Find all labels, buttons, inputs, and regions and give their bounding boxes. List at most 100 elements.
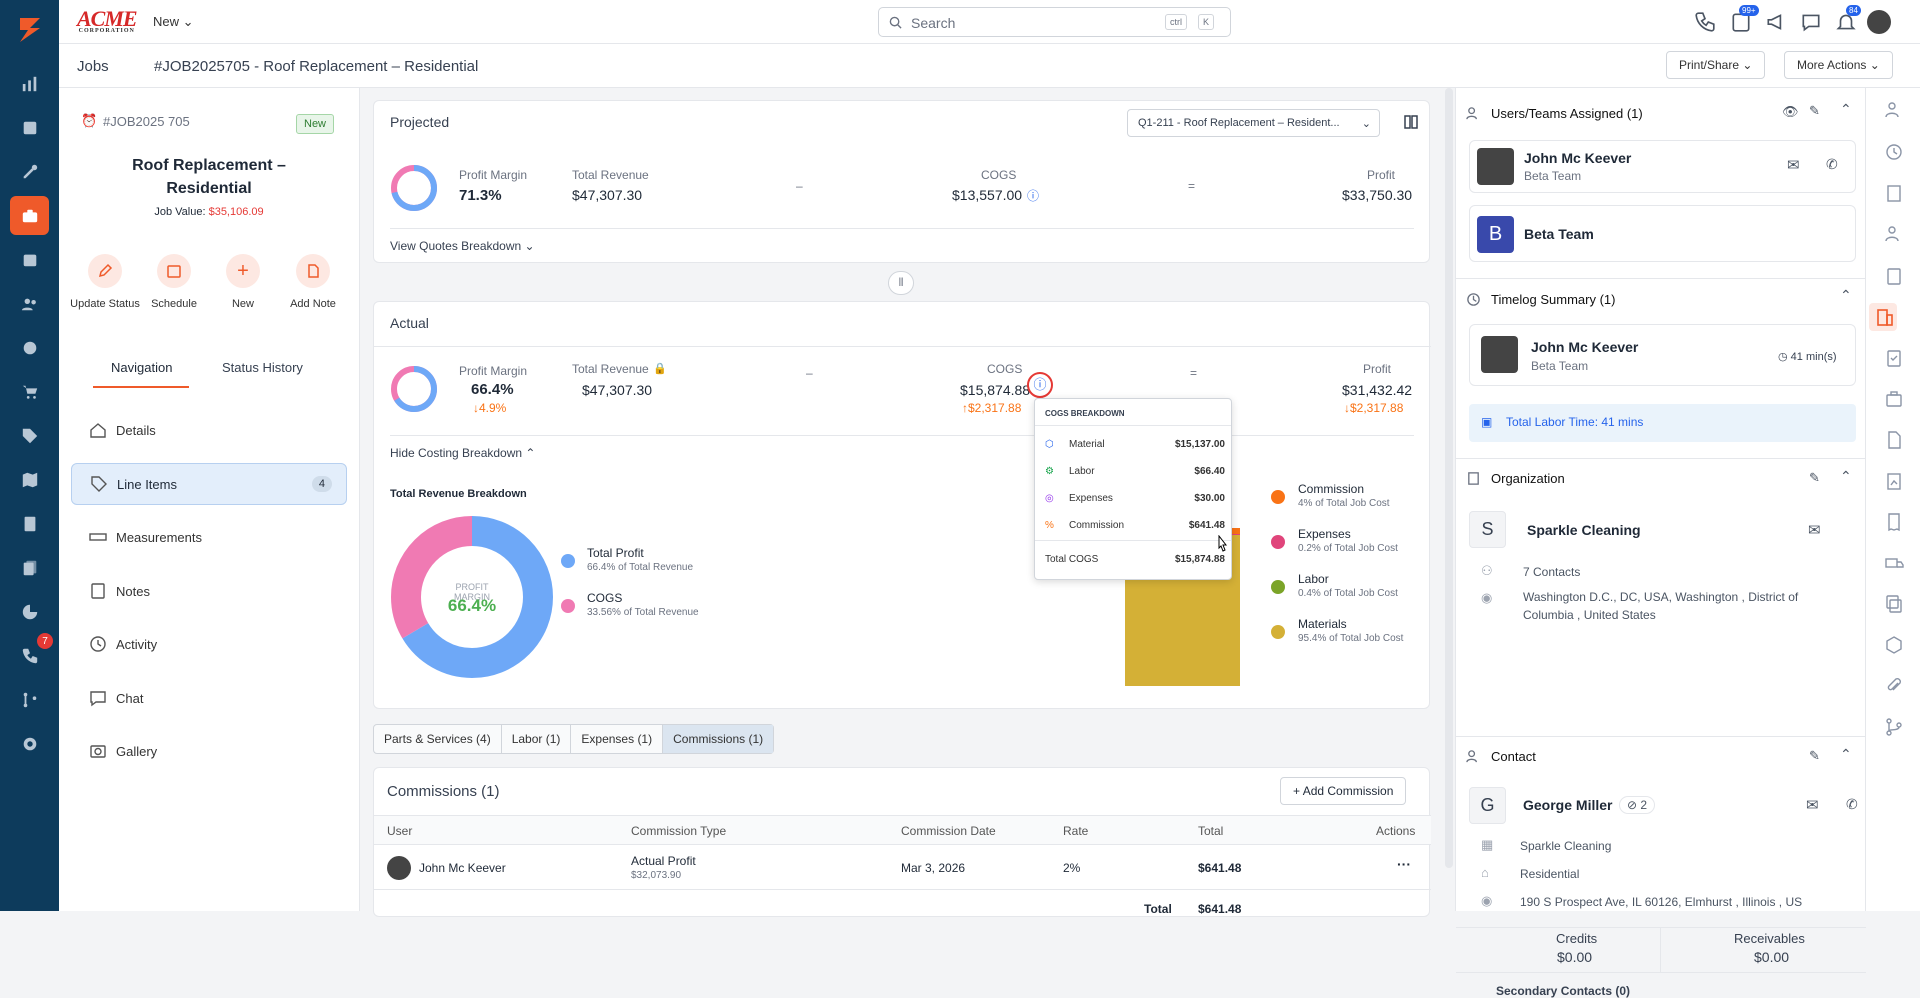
- add-commission-button[interactable]: + Add Commission: [1280, 777, 1407, 805]
- customers-icon[interactable]: [16, 290, 43, 317]
- organization-name[interactable]: Sparkle Cleaning: [1527, 522, 1641, 538]
- organization-contacts[interactable]: 7 Contacts: [1523, 565, 1580, 579]
- row-more-button[interactable]: ···: [1397, 856, 1411, 872]
- mail-icon[interactable]: ✉: [1806, 796, 1819, 814]
- columns-toggle-icon[interactable]: [1404, 115, 1418, 129]
- info-icon[interactable]: ⓘ: [1027, 187, 1039, 204]
- nav-chat[interactable]: Chat: [71, 677, 347, 719]
- brand-logo[interactable]: ACME CORPORATION: [77, 6, 138, 34]
- tab-commissions[interactable]: Commissions (1): [663, 725, 774, 753]
- checklist-icon[interactable]: [1884, 348, 1904, 368]
- assigned-users-icon[interactable]: [1884, 100, 1904, 120]
- attachment-icon[interactable]: [1884, 676, 1904, 696]
- status-badge[interactable]: New: [296, 114, 335, 134]
- reports-icon[interactable]: [16, 598, 43, 625]
- map-icon[interactable]: [16, 466, 43, 493]
- documents-icon[interactable]: [16, 554, 43, 581]
- equals-sign: =: [1190, 366, 1198, 380]
- invoice-icon[interactable]: [16, 510, 43, 537]
- edit-icon[interactable]: ✎: [1809, 103, 1820, 119]
- nav-label: Activity: [116, 636, 158, 652]
- assigned-user-team: Beta Team: [1524, 169, 1582, 183]
- tab-labor[interactable]: Labor (1): [502, 725, 572, 753]
- eye-icon[interactable]: 👁: [1782, 104, 1799, 120]
- tab-navigation[interactable]: Navigation: [111, 360, 172, 375]
- chevron-up-icon[interactable]: ⌃: [1840, 468, 1852, 485]
- organization-icon[interactable]: [1884, 183, 1904, 203]
- jobs-icon[interactable]: [10, 196, 49, 235]
- workflow-icon[interactable]: [1884, 717, 1904, 737]
- phone-icon[interactable]: ✆: [1826, 156, 1838, 173]
- dashboard-icon[interactable]: [16, 70, 43, 97]
- new-dropdown[interactable]: New ⌄: [153, 14, 194, 30]
- search-input[interactable]: Search ctrl K: [878, 7, 1231, 37]
- estimates-icon[interactable]: [16, 114, 43, 141]
- phone-icon[interactable]: ✆: [1846, 796, 1858, 813]
- schedule-button[interactable]: [157, 254, 191, 288]
- tab-expenses[interactable]: Expenses (1): [571, 725, 664, 753]
- view-quotes-breakdown-link[interactable]: View Quotes Breakdown ⌄: [390, 239, 535, 253]
- breadcrumb-jobs-link[interactable]: Jobs: [77, 58, 109, 75]
- nav-line-items[interactable]: Line Items 4: [71, 463, 347, 505]
- briefcase-icon[interactable]: [1884, 389, 1904, 409]
- contact-icon[interactable]: [1884, 224, 1904, 244]
- settings-icon[interactable]: [16, 730, 43, 757]
- shortcut-ctrl: ctrl: [1165, 14, 1187, 30]
- tag-icon[interactable]: [16, 422, 43, 449]
- chat-icon[interactable]: [1800, 11, 1822, 33]
- assigned-section-header[interactable]: Users/Teams Assigned (1): [1466, 93, 1866, 133]
- new-button[interactable]: +: [226, 254, 260, 288]
- organization-section-header[interactable]: Organization: [1466, 458, 1866, 498]
- edit-icon[interactable]: ✎: [1809, 470, 1820, 486]
- nav-activity[interactable]: Activity: [71, 623, 347, 665]
- hide-costing-breakdown-link[interactable]: Hide Costing Breakdown ⌃: [390, 446, 535, 460]
- secondary-contacts-title[interactable]: Secondary Contacts (0): [1496, 984, 1630, 998]
- edit-icon[interactable]: ✎: [1809, 748, 1820, 764]
- receipt-icon[interactable]: [1884, 512, 1904, 532]
- tab-status-history[interactable]: Status History: [222, 360, 303, 375]
- call-icon[interactable]: [1694, 11, 1716, 33]
- document-icon[interactable]: [1884, 430, 1904, 450]
- contact-name[interactable]: George Miller: [1523, 797, 1612, 813]
- compare-toggle-button[interactable]: ⫴: [888, 271, 914, 295]
- nav-gallery[interactable]: Gallery: [71, 730, 347, 772]
- timesheet-icon[interactable]: [16, 334, 43, 361]
- copy-icon[interactable]: [1884, 594, 1904, 614]
- timelog-icon[interactable]: [1884, 142, 1904, 162]
- nav-notes[interactable]: Notes: [71, 570, 347, 612]
- contact-section-header[interactable]: Contact: [1466, 736, 1866, 776]
- update-status-button[interactable]: [88, 254, 122, 288]
- announcements-icon[interactable]: [1765, 11, 1787, 33]
- calendar-icon[interactable]: [16, 246, 43, 273]
- nav-details[interactable]: Details: [71, 409, 347, 451]
- timelog-section-header[interactable]: Timelog Summary (1): [1466, 279, 1866, 319]
- mail-icon[interactable]: ✉: [1808, 521, 1821, 539]
- app-logo-icon[interactable]: [14, 14, 46, 46]
- chevron-up-icon[interactable]: ⌃: [1840, 746, 1852, 763]
- legend-dot-expenses: [1271, 535, 1285, 549]
- add-note-button[interactable]: [296, 254, 330, 288]
- package-icon[interactable]: [1884, 635, 1904, 655]
- note-add-icon: [308, 264, 319, 278]
- chevron-up-icon[interactable]: ⌃: [1840, 101, 1852, 118]
- cart-icon[interactable]: [16, 378, 43, 405]
- chevron-up-icon[interactable]: ⌃: [1840, 287, 1852, 304]
- workflow-icon[interactable]: [16, 686, 43, 713]
- building-icon[interactable]: [1875, 307, 1895, 327]
- center-scrollbar[interactable]: [1445, 88, 1453, 868]
- tools-icon[interactable]: [16, 158, 43, 185]
- projected-margin-ring: [391, 165, 437, 211]
- quote-select[interactable]: Q1-211 - Roof Replacement – Resident... ⌄: [1127, 109, 1380, 137]
- cogs-info-button[interactable]: ⓘ: [1027, 372, 1053, 398]
- tab-parts-services[interactable]: Parts & Services (4): [374, 725, 502, 753]
- delivery-icon[interactable]: [1884, 553, 1904, 573]
- person-icon: [1466, 749, 1477, 762]
- address-book-icon[interactable]: [1884, 266, 1904, 286]
- print-share-button[interactable]: Print/Share ⌄: [1666, 51, 1766, 79]
- user-avatar[interactable]: [1867, 10, 1891, 34]
- nav-measurements[interactable]: Measurements: [71, 516, 347, 558]
- more-actions-button[interactable]: More Actions ⌄: [1784, 51, 1893, 79]
- mail-icon[interactable]: ✉: [1787, 156, 1800, 174]
- contact-company: Sparkle Cleaning: [1520, 839, 1612, 853]
- chart-doc-icon[interactable]: [1884, 471, 1904, 491]
